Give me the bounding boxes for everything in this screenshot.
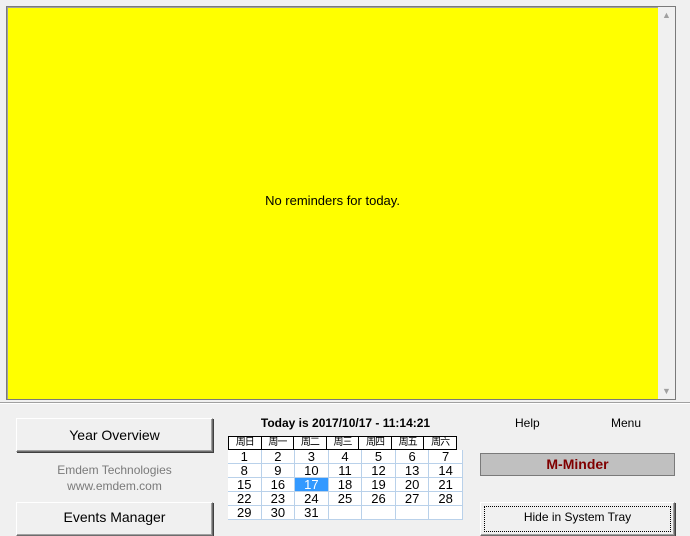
calendar-days[interactable]: 1 2 3 4 5 6 7 8 9 10 11 12 13 14 15 16 17 18 19 20 21 22 23 24 2…	[228, 450, 463, 520]
calendar-day[interactable]: 13	[395, 464, 430, 478]
calendar-day[interactable]: 11	[328, 464, 363, 478]
company-name: Emdem Technologies	[57, 463, 172, 477]
year-overview-button[interactable]: Year Overview	[16, 418, 213, 452]
calendar-week-row: 22 23 24 25 26 27 28	[228, 492, 463, 506]
weekday-5: 周五	[390, 436, 425, 450]
weekday-3: 周三	[325, 436, 360, 450]
calendar-day[interactable]: 27	[395, 492, 430, 506]
calendar-day[interactable]: 15	[228, 478, 262, 492]
calendar-day[interactable]: 8	[228, 464, 262, 478]
reminders-scrollbar[interactable]: ▲ ▼	[658, 6, 676, 400]
calendar-day[interactable]: 10	[295, 464, 329, 478]
calendar-day[interactable]: 5	[362, 450, 396, 464]
weekday-header: 周日 周一 周二 周三 周四 周五 周六	[228, 436, 463, 450]
calendar-day[interactable]: 26	[362, 492, 396, 506]
calendar-day[interactable]: 20	[395, 478, 430, 492]
calendar-week-row: 15 16 17 18 19 20 21	[228, 478, 463, 492]
weekday-1: 周一	[260, 436, 295, 450]
calendar-day[interactable]: 23	[261, 492, 296, 506]
focus-rectangle	[484, 506, 671, 532]
calendar-day[interactable]: 12	[362, 464, 396, 478]
calendar-day[interactable]: 25	[328, 492, 363, 506]
calendar-day[interactable]: 17	[295, 478, 329, 492]
panel-divider	[0, 402, 690, 404]
calendar-day[interactable]: 3	[295, 450, 329, 464]
calendar-day[interactable]: 21	[429, 478, 463, 492]
calendar-day[interactable]: 14	[429, 464, 463, 478]
calendar-day[interactable]: 7	[429, 450, 463, 464]
calendar-day[interactable]: 4	[328, 450, 363, 464]
month-calendar[interactable]: 周日 周一 周二 周三 周四 周五 周六 1 2 3 4 5 6 7 8 9 10 11 12 13 14 15 16 17…	[228, 436, 463, 520]
calendar-day[interactable]: 18	[328, 478, 363, 492]
scroll-down-icon[interactable]: ▼	[658, 383, 675, 399]
calendar-day[interactable]: 28	[429, 492, 463, 506]
scroll-up-icon[interactable]: ▲	[658, 7, 675, 23]
calendar-day[interactable]: 22	[228, 492, 262, 506]
help-link[interactable]: Help	[515, 416, 540, 430]
weekday-0: 周日	[228, 436, 262, 450]
calendar-day[interactable]: 2	[261, 450, 296, 464]
calendar-day[interactable]: 6	[395, 450, 430, 464]
weekday-6: 周六	[423, 436, 457, 450]
today-label: Today is 2017/10/17 - 11:14:21	[260, 416, 431, 430]
events-manager-button[interactable]: Events Manager	[16, 502, 213, 536]
menu-link[interactable]: Menu	[611, 416, 641, 430]
weekday-2: 周二	[293, 436, 327, 450]
weekday-4: 周四	[358, 436, 392, 450]
calendar-day[interactable]: 19	[362, 478, 396, 492]
company-url[interactable]: www.emdem.com	[16, 479, 213, 493]
calendar-day[interactable]: 1	[228, 450, 262, 464]
calendar-week-row: 8 9 10 11 12 13 14	[228, 464, 463, 478]
app-name-badge: M-Minder	[480, 453, 675, 476]
hide-in-tray-button[interactable]: Hide in System Tray	[480, 502, 675, 536]
calendar-day[interactable]: 9	[261, 464, 296, 478]
no-reminders-message: No reminders for today.	[265, 193, 400, 208]
calendar-day[interactable]: 24	[295, 492, 329, 506]
calendar-week-row: 1234567	[228, 450, 463, 464]
calendar-day[interactable]: 16	[261, 478, 296, 492]
reminders-panel[interactable]: No reminders for today.	[6, 6, 659, 400]
